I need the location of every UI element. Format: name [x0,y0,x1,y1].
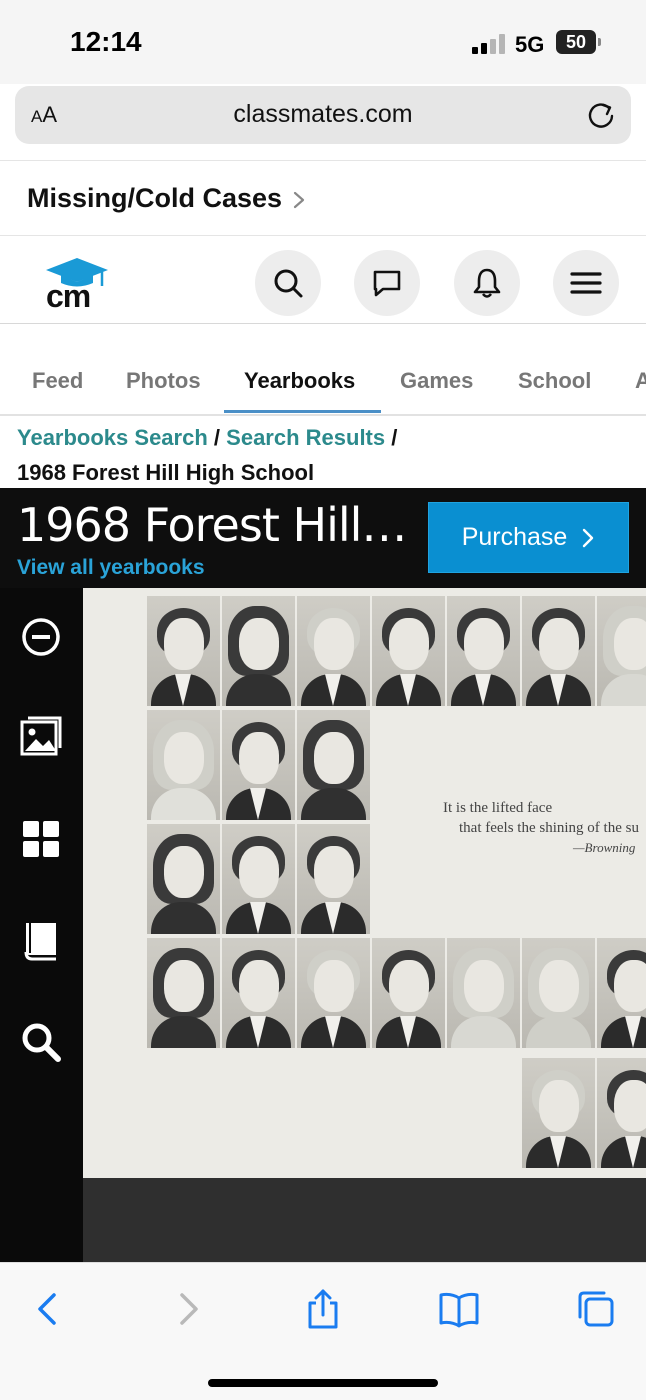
student-photo[interactable] [522,596,595,706]
messages-button[interactable] [354,250,420,316]
student-photo[interactable] [222,938,295,1048]
student-photo[interactable] [597,938,646,1048]
chat-bubble-icon [373,270,401,297]
view-all-yearbooks-link[interactable]: View all yearbooks [17,556,205,580]
tab-games[interactable]: Games [400,368,473,394]
student-photo[interactable] [297,938,370,1048]
search-button[interactable] [255,250,321,316]
tab-school[interactable]: School [518,368,591,394]
quote-attribution: —Browning [573,840,636,855]
missing-cold-cases-link[interactable]: Missing/Cold Cases [0,160,646,236]
breadcrumb: Yearbooks Search / Search Results / 1968… [17,420,637,490]
back-icon[interactable] [28,1289,68,1329]
student-photo[interactable] [147,938,220,1048]
student-photo[interactable] [147,596,220,706]
yearbook-title: 1968 Forest Hill High School [17,498,412,552]
purchase-label: Purchase [461,523,568,551]
student-photo[interactable] [372,938,445,1048]
grid-view-icon[interactable] [20,818,62,860]
bookmarks-icon[interactable] [439,1289,479,1329]
yearbook-title-bar: 1968 Forest Hill High School View all ye… [0,488,646,588]
student-photo[interactable] [522,938,595,1048]
student-photo[interactable] [297,710,370,820]
url-text[interactable]: classmates.com [15,100,631,129]
student-photo[interactable] [447,596,520,706]
tab-photos[interactable]: Photos [126,368,201,394]
student-photo[interactable] [222,596,295,706]
address-bar[interactable]: AA classmates.com [15,86,631,144]
menu-button[interactable] [553,250,619,316]
book-icon[interactable] [20,919,62,961]
student-photo[interactable] [222,824,295,934]
active-tab-indicator [224,410,381,413]
zoom-out-icon[interactable] [20,616,62,658]
site-header: cm [0,236,646,324]
chevron-right-icon [583,528,594,547]
battery-icon: 50 [556,30,601,54]
student-photo[interactable] [147,710,220,820]
share-icon[interactable] [303,1289,343,1329]
home-indicator [208,1379,438,1387]
main-tabs: Feed Photos Yearbooks Games School A [0,340,646,416]
breadcrumb-separator: / [213,425,221,450]
logo-text[interactable]: cm [46,278,91,315]
student-photo[interactable] [297,596,370,706]
viewer-toolbar [0,588,83,1262]
bell-icon [473,268,501,298]
search-icon [274,269,303,298]
tab-yearbooks[interactable]: Yearbooks [244,368,355,394]
student-photo[interactable] [597,596,646,706]
network-type: 5G [515,32,545,57]
forward-icon[interactable] [168,1289,208,1329]
notifications-button[interactable] [454,250,520,316]
cellular-signal-icon [472,34,506,54]
yearbook-quote: It is the lifted face that feels the shi… [443,798,639,858]
quote-line: that feels the shining of the su [459,820,639,836]
student-photo[interactable] [372,596,445,706]
breadcrumb-separator: / [391,425,398,450]
hamburger-menu-icon [570,272,602,294]
student-photo[interactable] [522,1058,595,1168]
breadcrumb-current: 1968 Forest Hill High School [17,460,315,485]
breadcrumb-search-results[interactable]: Search Results [226,425,385,450]
tab-feed[interactable]: Feed [32,368,83,394]
chevron-right-icon [293,191,305,209]
status-bar: 12:14 5G 50 [0,0,646,84]
tab-more-partial[interactable]: A [635,368,646,394]
student-photo[interactable] [447,938,520,1048]
quote-line: It is the lifted face [443,800,553,816]
image-gallery-icon[interactable] [20,716,62,758]
breadcrumb-yearbooks-search[interactable]: Yearbooks Search [17,425,208,450]
tabs-icon[interactable] [576,1289,616,1329]
student-photo[interactable] [147,824,220,934]
student-photo[interactable] [222,710,295,820]
status-time: 12:14 [70,26,142,57]
yearbook-page-viewer[interactable]: It is the lifted face that feels the shi… [83,588,646,1262]
purchase-button[interactable]: Purchase [428,502,629,573]
yearbook-page[interactable]: It is the lifted face that feels the shi… [83,588,646,1178]
reload-icon[interactable] [585,99,617,131]
missing-cold-cases-label: Missing/Cold Cases [27,183,283,213]
search-icon[interactable] [20,1021,62,1063]
student-photo[interactable] [597,1058,646,1168]
student-photo[interactable] [297,824,370,934]
